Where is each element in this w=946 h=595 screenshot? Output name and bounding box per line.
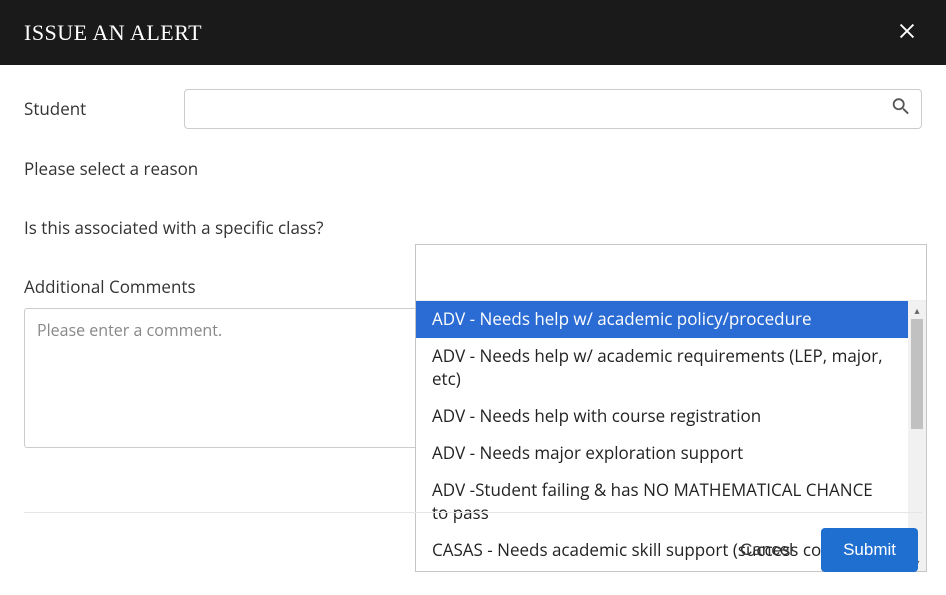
close-icon [896,30,918,45]
reason-option[interactable]: ADV - Needs help w/ academic requirement… [416,338,908,398]
student-label: Student [24,89,184,120]
close-button[interactable] [892,16,922,49]
class-row: Is this associated with a specific class… [24,216,922,239]
class-label: Is this associated with a specific class… [24,216,922,239]
modal-footer: Cancel Submit [0,513,946,595]
cancel-button[interactable]: Cancel [734,530,799,570]
scroll-thumb[interactable] [911,319,923,429]
reason-label: Please select a reason [24,157,922,180]
scroll-up-icon[interactable]: ▴ [908,301,926,319]
reason-option[interactable]: ADV - Needs major exploration support [416,435,908,472]
reason-row: Please select a reason [24,157,922,180]
reason-option[interactable]: ADV - Needs help with course registratio… [416,398,908,435]
reason-option[interactable]: ADV - Needs help w/ academic policy/proc… [416,301,908,338]
dropdown-search-area[interactable] [416,245,926,301]
submit-button[interactable]: Submit [821,528,918,572]
student-row: Student [24,89,922,129]
modal-title: ISSUE AN ALERT [24,20,202,46]
student-input-wrap [184,89,922,129]
issue-alert-modal: ISSUE AN ALERT Student Please select a r… [0,0,946,595]
student-input[interactable] [184,89,922,129]
titlebar: ISSUE AN ALERT [0,0,946,65]
